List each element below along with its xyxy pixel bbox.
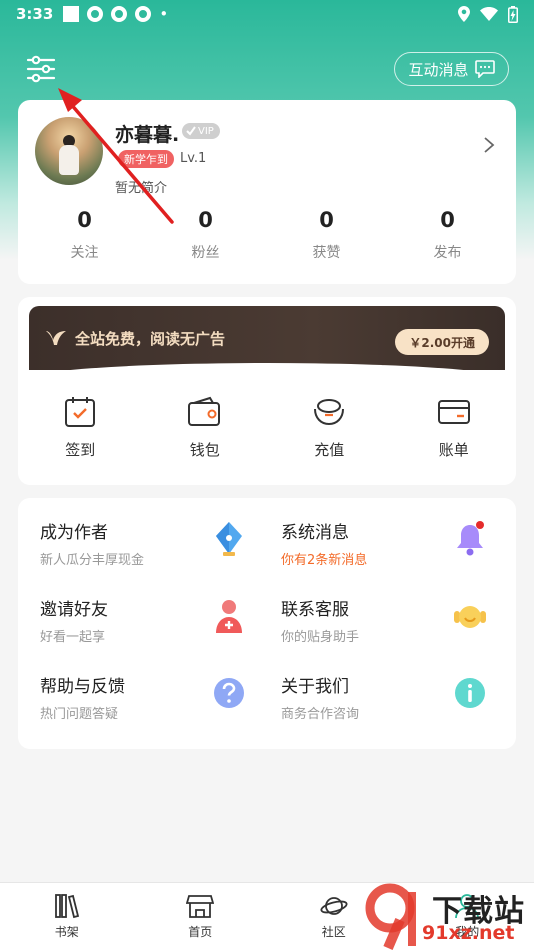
- wallet-icon: [187, 396, 220, 426]
- menu-item-subtitle: 热门问题答疑: [40, 707, 119, 722]
- tab-label: 首页: [188, 925, 213, 939]
- info-icon: [455, 678, 485, 708]
- add-friend-icon: [216, 600, 242, 633]
- watermark: 下载站 91xz.net: [360, 880, 534, 950]
- menu-item-title: 帮助与反馈: [40, 677, 125, 697]
- menu-item-title: 系统消息: [281, 523, 349, 543]
- menu-item-customer-service[interactable]: 联系客服 你的贴身助手: [259, 575, 500, 645]
- menu-item-subtitle: 商务合作咨询: [281, 707, 360, 722]
- planet-icon: [320, 897, 348, 915]
- menu-item-about-us[interactable]: 关于我们 商务合作咨询: [259, 652, 500, 722]
- question-icon: [214, 678, 244, 708]
- menu-item-subtitle: 你有2条新消息: [281, 553, 368, 568]
- quick-action-label: 充值: [314, 441, 345, 459]
- menu-item-title: 关于我们: [281, 677, 349, 697]
- menu-item-subtitle: 好看一起享: [40, 630, 106, 645]
- tab-home[interactable]: 首页: [134, 883, 268, 950]
- quick-action-wallet[interactable]: 钱包: [143, 395, 268, 460]
- menu-item-title: 成为作者: [40, 523, 108, 543]
- tab-bookshelf[interactable]: 书架: [0, 883, 134, 950]
- quick-actions: 签到 钱包 充值 账单: [18, 395, 516, 460]
- vip-quick-actions-card: 全站免费，阅读无广告 ￥2.00开通 签到 钱包 充值 账单: [18, 297, 516, 485]
- menu-item-help-feedback[interactable]: 帮助与反馈 热门问题答疑: [18, 652, 259, 722]
- bookshelf-icon: [54, 894, 79, 919]
- vip-banner[interactable]: 全站免费，阅读无广告 ￥2.00开通: [18, 306, 516, 381]
- banner-curve: [18, 363, 516, 381]
- annotation-arrow: [58, 88, 174, 224]
- pen-nib-icon: [216, 522, 242, 556]
- ingot-icon: [314, 399, 345, 426]
- menu-card: 成为作者 新人瓜分丰厚现金 系统消息 你有2条新消息 邀请好友 好看一起享 联系…: [18, 498, 516, 749]
- quick-action-bill[interactable]: 账单: [392, 395, 517, 460]
- watermark-url: 91xz.net: [422, 922, 515, 944]
- menu-item-system-messages[interactable]: 系统消息 你有2条新消息: [259, 498, 500, 568]
- watermark-logo-icon: [365, 883, 416, 950]
- bill-card-icon: [437, 400, 470, 424]
- menu-item-title: 联系客服: [281, 600, 349, 620]
- quick-action-label: 账单: [438, 441, 469, 459]
- bell-icon: [457, 521, 484, 556]
- tab-label: 书架: [54, 925, 79, 939]
- tab-label: 社区: [321, 925, 346, 939]
- quick-action-label: 签到: [65, 441, 96, 459]
- menu-item-title: 邀请好友: [40, 600, 108, 620]
- quick-action-recharge[interactable]: 充值: [267, 395, 392, 460]
- headset-icon: [454, 606, 486, 628]
- menu-item-become-author[interactable]: 成为作者 新人瓜分丰厚现金: [18, 498, 259, 568]
- menu-item-subtitle: 你的贴身助手: [281, 630, 360, 645]
- vip-banner-text: 全站免费，阅读无广告: [75, 329, 226, 348]
- calendar-check-icon: [65, 397, 96, 427]
- store-icon: [186, 895, 215, 918]
- quick-action-checkin[interactable]: 签到: [18, 395, 143, 460]
- quick-action-label: 钱包: [189, 441, 220, 459]
- menu-item-invite-friends[interactable]: 邀请好友 好看一起享: [18, 575, 259, 645]
- vip-logo-icon: [46, 331, 66, 345]
- vip-open-button[interactable]: ￥2.00开通: [395, 329, 489, 355]
- menu-item-subtitle: 新人瓜分丰厚现金: [40, 553, 145, 568]
